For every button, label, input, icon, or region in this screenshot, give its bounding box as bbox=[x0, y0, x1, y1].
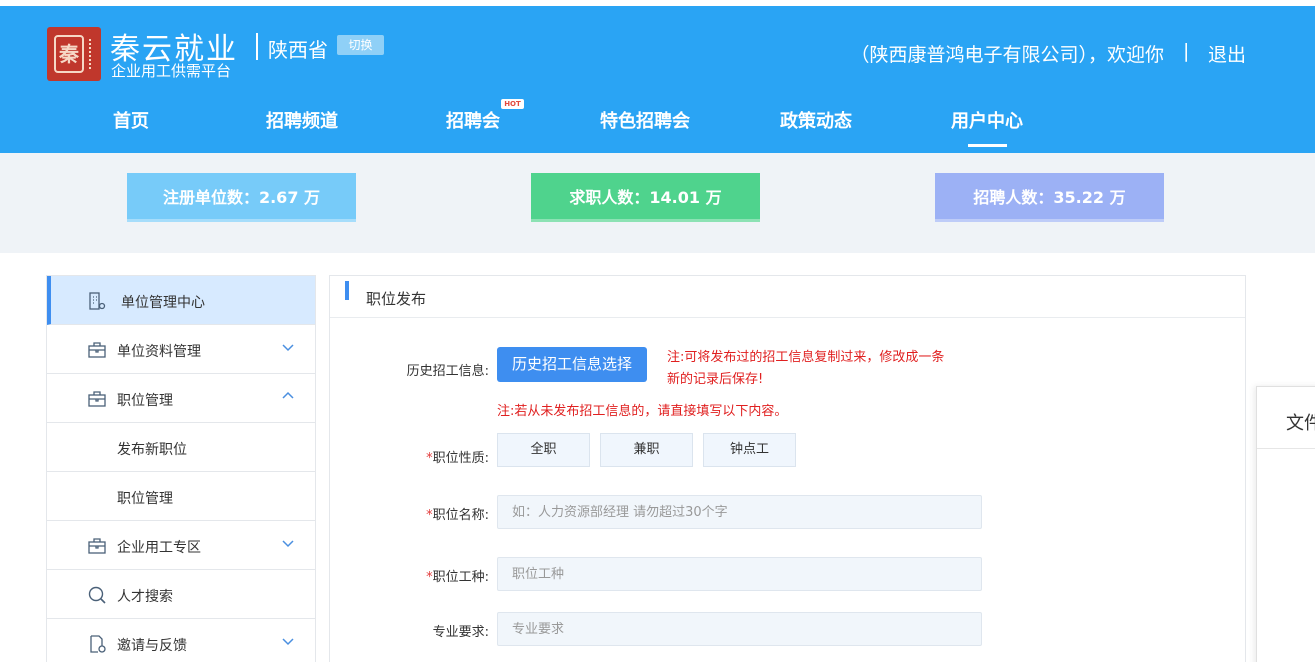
panel-title-marker bbox=[345, 281, 349, 300]
sidebar-subitem-manage-positions[interactable]: 职位管理 bbox=[47, 472, 315, 521]
position-publish-panel: 职位发布 bbox=[329, 275, 1246, 662]
nav-recruitment-channel[interactable]: 招聘频道 bbox=[266, 107, 338, 133]
sidebar-item-company-profile[interactable]: 单位资料管理 bbox=[47, 325, 315, 374]
nav-active-indicator bbox=[968, 144, 1007, 147]
hot-badge: HOT bbox=[501, 99, 524, 109]
position-type-input[interactable] bbox=[497, 557, 982, 591]
first-time-note: 注:若从未发布招工信息的，请直接填写以下内容。 bbox=[497, 404, 788, 419]
sidebar-item-label: 单位资料管理 bbox=[117, 344, 201, 360]
history-label: 历史招工信息: bbox=[406, 364, 489, 379]
position-name-label-text: 职位名称: bbox=[432, 508, 489, 523]
sidebar-subitem-publish-position[interactable]: 发布新职位 bbox=[47, 423, 315, 472]
province-label: 陕西省 bbox=[268, 38, 328, 62]
major-label: 专业要求: bbox=[432, 625, 489, 640]
briefcase-icon bbox=[88, 342, 106, 358]
site-header: 秦 秦云就业 企业用工供需平台 陕西省 切换 （陕西康普鸿电子有限公司），欢迎你… bbox=[0, 6, 1315, 153]
history-note-line2: 新的记录后保存! bbox=[667, 372, 764, 387]
nature-option-hourly[interactable]: 钟点工 bbox=[703, 433, 796, 467]
nature-option-parttime[interactable]: 兼职 bbox=[600, 433, 693, 467]
briefcase-icon bbox=[88, 391, 106, 407]
panel-header: 职位发布 bbox=[330, 276, 1245, 318]
nav-policy-news[interactable]: 政策动态 bbox=[780, 107, 852, 133]
history-note: 注:可将发布过的招工信息复制过来，修改成一条 新的记录后保存! bbox=[667, 347, 944, 391]
page: 秦 秦云就业 企业用工供需平台 陕西省 切换 （陕西康普鸿电子有限公司），欢迎你… bbox=[0, 0, 1315, 662]
position-type-label: *职位工种: bbox=[369, 566, 489, 585]
building-icon bbox=[89, 292, 106, 310]
nav-special-job-fair[interactable]: 特色招聘会 bbox=[600, 107, 690, 133]
welcome-separator: | bbox=[1183, 40, 1190, 62]
chevron-up-icon bbox=[282, 391, 294, 399]
panel-title: 职位发布 bbox=[366, 290, 427, 308]
sidebar-item-invite-feedback[interactable]: 邀请与反馈 bbox=[47, 619, 315, 662]
sidebar-item-label: 企业用工专区 bbox=[117, 540, 201, 556]
logo-decoration bbox=[89, 39, 95, 69]
logo[interactable]: 秦 bbox=[47, 27, 101, 81]
history-select-button[interactable]: 历史招工信息选择 bbox=[497, 347, 647, 382]
brand-subtitle: 企业用工供需平台 bbox=[111, 62, 232, 80]
position-name-input[interactable] bbox=[497, 495, 982, 529]
sidebar-item-label: 职位管理 bbox=[117, 393, 173, 409]
sidebar: 单位管理中心 单位资料管理 职位管理 发布新职位 职位管理 企业用工专区 人才搜… bbox=[46, 275, 316, 662]
major-input[interactable] bbox=[497, 612, 982, 646]
switch-province-button[interactable]: 切换 bbox=[337, 35, 384, 55]
nav-home[interactable]: 首页 bbox=[113, 107, 149, 133]
briefcase-icon bbox=[88, 538, 106, 554]
sidebar-item-label: 人才搜索 bbox=[117, 589, 173, 605]
chevron-down-icon bbox=[282, 540, 294, 548]
file-dialog: 文件 bbox=[1256, 386, 1315, 662]
search-icon bbox=[88, 586, 106, 604]
document-gear-icon bbox=[90, 635, 106, 653]
nature-label-text: 职位性质: bbox=[432, 451, 489, 466]
nature-option-fulltime[interactable]: 全职 bbox=[497, 433, 590, 467]
sidebar-item-position-management[interactable]: 职位管理 bbox=[47, 374, 315, 423]
stats-band: 注册单位数：2.67 万 求职人数：14.01 万 招聘人数：35.22 万 bbox=[0, 153, 1315, 253]
nav-user-center[interactable]: 用户中心 bbox=[951, 107, 1023, 133]
sidebar-item-talent-search[interactable]: 人才搜索 bbox=[47, 570, 315, 619]
file-dialog-title: 文件 bbox=[1286, 413, 1315, 434]
header-divider bbox=[256, 33, 258, 60]
seal-icon: 秦 bbox=[54, 35, 84, 73]
stat-job-seekers: 求职人数：14.01 万 bbox=[531, 173, 760, 222]
sidebar-item-label: 职位管理 bbox=[117, 491, 173, 507]
stat-recruit-count: 招聘人数：35.22 万 bbox=[935, 173, 1164, 222]
welcome-text: （陕西康普鸿电子有限公司），欢迎你 bbox=[850, 44, 1164, 66]
sidebar-item-enterprise-zone[interactable]: 企业用工专区 bbox=[47, 521, 315, 570]
stat-registered-companies: 注册单位数：2.67 万 bbox=[127, 173, 356, 222]
history-note-line1: 注:可将发布过的招工信息复制过来，修改成一条 bbox=[667, 350, 945, 365]
nature-label: *职位性质: bbox=[369, 447, 489, 466]
sidebar-item-label: 单位管理中心 bbox=[121, 295, 205, 311]
chevron-down-icon bbox=[282, 344, 294, 352]
sidebar-item-label: 邀请与反馈 bbox=[117, 638, 187, 654]
file-dialog-divider bbox=[1257, 448, 1315, 449]
chevron-down-icon bbox=[282, 638, 294, 646]
sidebar-item-company-center[interactable]: 单位管理中心 bbox=[47, 276, 315, 325]
sidebar-item-label: 发布新职位 bbox=[117, 442, 187, 458]
position-type-label-text: 职位工种: bbox=[432, 570, 489, 585]
nav-job-fair[interactable]: 招聘会 bbox=[446, 107, 500, 133]
logout-link[interactable]: 退出 bbox=[1208, 40, 1246, 67]
position-name-label: *职位名称: bbox=[369, 504, 489, 523]
